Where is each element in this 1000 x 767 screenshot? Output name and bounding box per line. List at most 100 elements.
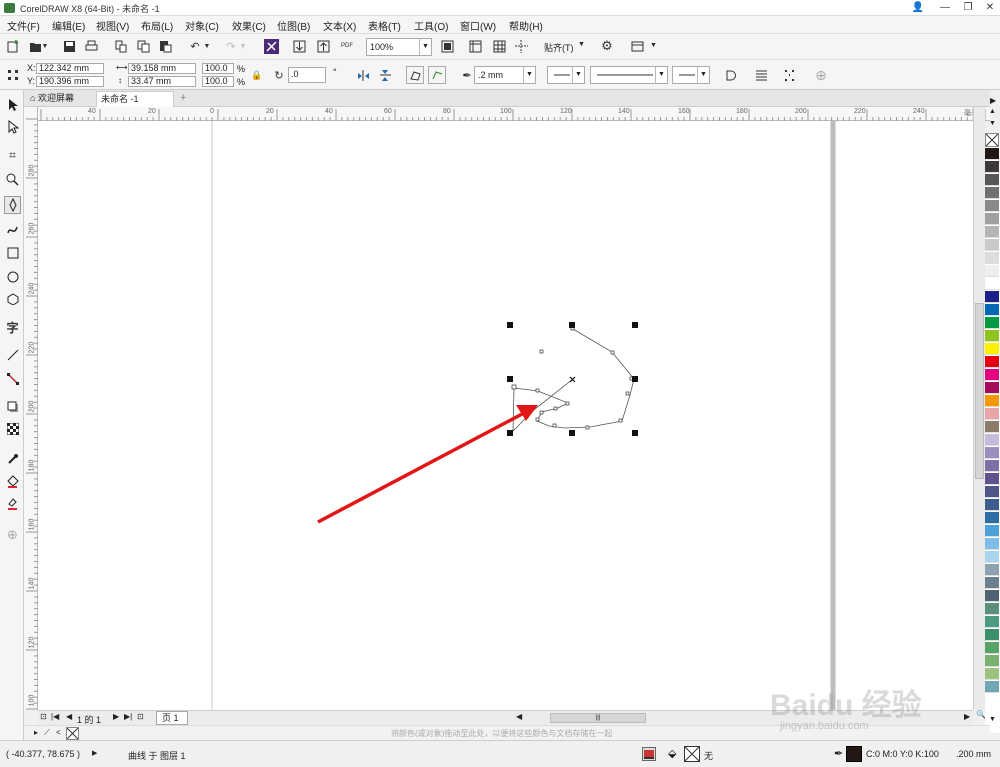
menu-help[interactable]: 帮助(H)	[509, 18, 543, 33]
color-swatch[interactable]	[985, 499, 999, 511]
open-dropdown-icon[interactable]: ▼	[40, 37, 50, 55]
minimize-button[interactable]: —	[935, 2, 955, 14]
color-swatch[interactable]	[985, 304, 999, 316]
add-tool-icon[interactable]: ⊕	[4, 526, 21, 544]
color-swatch[interactable]	[985, 577, 999, 589]
shape-tool-icon[interactable]	[4, 118, 21, 136]
palette-scroll-down-icon[interactable]: ▼	[989, 120, 996, 127]
tab-document[interactable]: 未命名 -1	[96, 91, 174, 107]
color-swatch[interactable]	[985, 161, 999, 173]
drawing-canvas[interactable]	[38, 121, 973, 710]
color-swatch[interactable]	[985, 330, 999, 342]
horizontal-ruler[interactable]: 40 20 0 20 40 60 80 100 120 140 160 180 …	[38, 107, 990, 121]
color-swatch[interactable]	[985, 434, 999, 446]
no-color-swatch[interactable]	[66, 727, 79, 740]
artistic-media-icon[interactable]	[4, 220, 21, 238]
color-swatch[interactable]	[985, 213, 999, 225]
text-wrap-icon[interactable]	[722, 66, 740, 84]
add-page-icon[interactable]: ⊡	[137, 712, 144, 721]
width-field[interactable]: 39.158 mm	[128, 63, 196, 74]
vertical-scrollbar[interactable]: 🔍	[973, 107, 986, 719]
menu-object[interactable]: 对象(C)	[185, 18, 219, 33]
closed-curve-icon[interactable]	[406, 66, 424, 84]
interactive-fill-icon[interactable]	[4, 472, 21, 490]
close-button[interactable]: ✕	[980, 2, 1000, 14]
color-swatch[interactable]	[985, 603, 999, 615]
convert-to-curves-icon[interactable]	[780, 66, 798, 84]
transparency-tool-icon[interactable]	[4, 420, 21, 438]
no-color-swatch[interactable]	[985, 133, 999, 147]
connector-tool-icon[interactable]	[4, 370, 21, 388]
zoom-level-dropdown[interactable]: 100% ▼	[366, 38, 432, 56]
rotation-field[interactable]: .0	[288, 67, 326, 83]
y-position-field[interactable]: 190.396 mm	[36, 76, 104, 87]
maximize-button[interactable]: ❐	[958, 2, 978, 14]
next-page-button[interactable]: ▶	[113, 712, 119, 721]
save-icon[interactable]	[60, 37, 78, 55]
new-document-icon[interactable]	[4, 37, 22, 55]
scroll-right-icon[interactable]: ▶	[964, 712, 970, 721]
color-swatch[interactable]	[985, 200, 999, 212]
freehand-tool-icon[interactable]	[4, 196, 21, 214]
launcher-dropdown-icon[interactable]: ▼	[650, 42, 657, 49]
menu-file[interactable]: 文件(F)	[7, 18, 40, 33]
menu-window[interactable]: 窗口(W)	[460, 18, 496, 33]
show-rulers-icon[interactable]	[466, 37, 484, 55]
menu-effects[interactable]: 效果(C)	[232, 18, 266, 33]
snap-dropdown-icon[interactable]: ▼	[578, 41, 585, 48]
last-page-button[interactable]: ▶|	[124, 712, 132, 721]
show-grid-icon[interactable]	[490, 37, 508, 55]
color-swatch[interactable]	[985, 681, 999, 693]
color-palette[interactable]	[985, 133, 1000, 733]
color-swatch[interactable]	[985, 226, 999, 238]
color-swatch[interactable]	[985, 343, 999, 355]
auto-close-icon[interactable]	[428, 66, 446, 84]
color-swatch[interactable]	[985, 317, 999, 329]
full-screen-preview-icon[interactable]	[438, 37, 456, 55]
first-page-icon[interactable]: ⊡	[40, 712, 47, 721]
to-front-icon[interactable]	[752, 66, 770, 84]
ellipse-tool-icon[interactable]	[4, 268, 21, 286]
eyedropper-icon[interactable]: ⟋	[44, 728, 50, 738]
options-gear-icon[interactable]: ⚙	[598, 37, 616, 55]
color-swatch[interactable]	[985, 564, 999, 576]
color-swatch[interactable]	[985, 642, 999, 654]
color-swatch[interactable]	[985, 408, 999, 420]
color-swatch[interactable]	[985, 525, 999, 537]
tab-welcome[interactable]: ⌂ 欢迎屏幕	[26, 91, 96, 107]
application-launcher-icon[interactable]	[628, 37, 646, 55]
outline-color-swatch[interactable]	[846, 746, 862, 762]
eyedropper-tool-icon[interactable]	[4, 450, 21, 468]
color-swatch[interactable]	[985, 174, 999, 186]
color-swatch[interactable]	[985, 265, 999, 277]
vertical-scroll-thumb[interactable]	[975, 303, 984, 479]
crop-tool-icon[interactable]: ⌗	[4, 146, 21, 164]
color-swatch[interactable]	[985, 512, 999, 524]
add-tab-button[interactable]: +	[176, 91, 192, 107]
previous-page-button[interactable]: ◀	[66, 712, 72, 721]
vertical-ruler[interactable]: 280 260 240 220 200 180 160 140 120 100	[24, 107, 38, 710]
copy-icon[interactable]	[134, 37, 152, 55]
menu-table[interactable]: 表格(T)	[368, 18, 401, 33]
fill-none-swatch[interactable]	[684, 746, 700, 762]
account-icon[interactable]: 👤	[908, 2, 928, 14]
palette-options-icon[interactable]: ▸	[34, 728, 38, 737]
color-swatch[interactable]	[985, 369, 999, 381]
snap-to-button[interactable]: 贴齐(T)	[544, 41, 574, 54]
export-icon[interactable]	[314, 37, 332, 55]
paste-icon[interactable]	[156, 37, 174, 55]
color-swatch[interactable]	[985, 486, 999, 498]
undo-dropdown-icon[interactable]: ▼	[202, 37, 212, 55]
import-icon[interactable]	[290, 37, 308, 55]
status-expand-icon[interactable]: ▶	[92, 749, 97, 757]
scale-y-field[interactable]: 100.0	[202, 76, 234, 87]
redo-dropdown-icon[interactable]: ▼	[238, 37, 248, 55]
first-page-button[interactable]: |◀	[51, 712, 59, 721]
color-swatch[interactable]	[985, 629, 999, 641]
color-proof-icon[interactable]	[642, 747, 656, 761]
end-arrowhead-dropdown[interactable]: ▼	[672, 66, 710, 84]
color-swatch[interactable]	[985, 473, 999, 485]
color-swatch[interactable]	[985, 356, 999, 368]
color-swatch[interactable]	[985, 252, 999, 264]
menu-bitmaps[interactable]: 位图(B)	[277, 18, 310, 33]
